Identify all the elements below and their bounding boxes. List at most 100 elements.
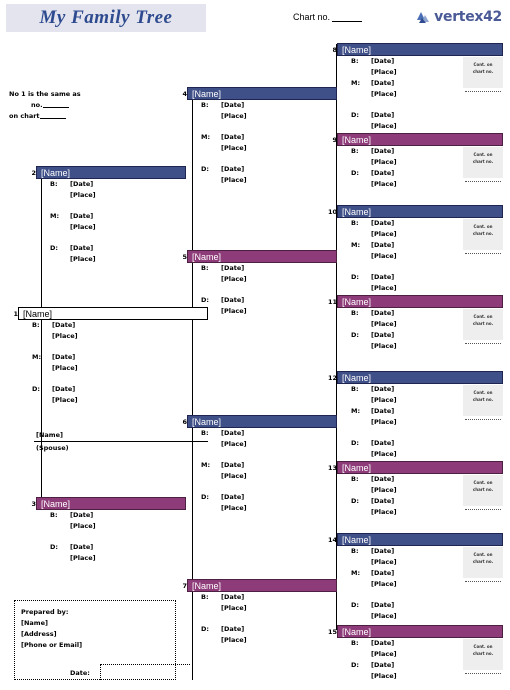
- person-10-marriage-date[interactable]: [Date]: [371, 240, 394, 251]
- person-5-birth-place[interactable]: [Place]: [221, 274, 247, 285]
- person-15-birth-date[interactable]: [Date]: [371, 638, 394, 649]
- person-5-name[interactable]: [Name]: [187, 250, 337, 263]
- person-2-birth-place[interactable]: [Place]: [70, 190, 96, 201]
- person-8-death-date[interactable]: [Date]: [371, 110, 394, 121]
- person-12-name[interactable]: [Name]: [337, 371, 503, 384]
- person-6-marriage-date[interactable]: [Date]: [221, 460, 244, 471]
- person-9-birth-date[interactable]: [Date]: [371, 146, 394, 157]
- person-11-cont-blank[interactable]: [465, 343, 501, 344]
- person-11-birth-date[interactable]: [Date]: [371, 308, 394, 319]
- person-box-4[interactable]: [Name] B: [Date] [Place] M: [Date] [Place]…: [187, 87, 337, 186]
- person-1-birth-place[interactable]: [Place]: [52, 331, 78, 342]
- person-6-death-place[interactable]: [Place]: [221, 503, 247, 514]
- person-11-birth-place[interactable]: [Place]: [371, 319, 397, 330]
- person-13-cont-blank[interactable]: [465, 509, 501, 510]
- person-14-continuation[interactable]: Cont. on chart no.: [463, 547, 503, 582]
- person-9-death-date[interactable]: [Date]: [371, 168, 394, 179]
- person-7-birth-place[interactable]: [Place]: [221, 603, 247, 614]
- person-12-marriage-date[interactable]: [Date]: [371, 406, 394, 417]
- person-9-death-place[interactable]: [Place]: [371, 179, 397, 190]
- person-10-birth-date[interactable]: [Date]: [371, 218, 394, 229]
- person-13-death-place[interactable]: [Place]: [371, 507, 397, 518]
- person-1-name[interactable]: [Name]: [18, 307, 208, 320]
- person-1-marriage-place[interactable]: [Place]: [52, 363, 78, 374]
- person-6-birth-place[interactable]: [Place]: [221, 439, 247, 450]
- person-12-birth-place[interactable]: [Place]: [371, 395, 397, 406]
- prepared-date-field[interactable]: [100, 664, 190, 680]
- person-7-name[interactable]: [Name]: [187, 579, 337, 592]
- person-14-cont-blank[interactable]: [465, 581, 501, 582]
- person-5-birth-date[interactable]: [Date]: [221, 263, 244, 274]
- person-box-2[interactable]: [Name] B: [Date] [Place] M: [Date] [Place]…: [36, 166, 186, 265]
- person-4-marriage-date[interactable]: [Date]: [221, 132, 244, 143]
- person-8-marriage-date[interactable]: [Date]: [371, 78, 394, 89]
- person-8-continuation[interactable]: Cont. on chart no.: [463, 57, 503, 92]
- person-box-3[interactable]: [Name] B: [Date] [Place] D: [Date] [Place]: [36, 497, 186, 564]
- person-8-death-place[interactable]: [Place]: [371, 121, 397, 132]
- person-1-death-date[interactable]: [Date]: [52, 384, 75, 395]
- person-4-birth-date[interactable]: [Date]: [221, 100, 244, 111]
- person-1-death-place[interactable]: [Place]: [52, 395, 78, 406]
- person-10-continuation[interactable]: Cont. on chart no.: [463, 219, 503, 254]
- person-3-name[interactable]: [Name]: [36, 497, 186, 510]
- person-13-name[interactable]: [Name]: [337, 461, 503, 474]
- spouse-name-value[interactable]: [Name]: [36, 431, 63, 439]
- person-11-name[interactable]: [Name]: [337, 295, 503, 308]
- person-7-death-date[interactable]: [Date]: [221, 624, 244, 635]
- person-14-name[interactable]: [Name]: [337, 533, 503, 546]
- person-2-death-date[interactable]: [Date]: [70, 243, 93, 254]
- person-10-death-date[interactable]: [Date]: [371, 272, 394, 283]
- person-4-name[interactable]: [Name]: [187, 87, 337, 100]
- person-10-cont-blank[interactable]: [465, 253, 501, 254]
- person-12-death-date[interactable]: [Date]: [371, 438, 394, 449]
- person-14-death-place[interactable]: [Place]: [371, 611, 397, 622]
- person-12-marriage-place[interactable]: [Place]: [371, 417, 397, 428]
- person-box-5[interactable]: [Name] B: [Date] [Place] D: [Date] [Place]: [187, 250, 337, 317]
- person-13-continuation[interactable]: Cont. on chart no.: [463, 475, 503, 510]
- person-12-death-place[interactable]: [Place]: [371, 449, 397, 460]
- person-4-marriage-place[interactable]: [Place]: [221, 143, 247, 154]
- chart-number-field[interactable]: Chart no.: [293, 12, 363, 22]
- person-11-continuation[interactable]: Cont. on chart no.: [463, 309, 503, 344]
- person-4-death-place[interactable]: [Place]: [221, 175, 247, 186]
- person-13-birth-place[interactable]: [Place]: [371, 485, 397, 496]
- person-5-death-place[interactable]: [Place]: [221, 306, 247, 317]
- person-8-name[interactable]: [Name]: [337, 43, 503, 56]
- person-box-7[interactable]: [Name] B: [Date] [Place] D: [Date] [Place]: [187, 579, 337, 646]
- person-13-death-date[interactable]: [Date]: [371, 496, 394, 507]
- person-6-birth-date[interactable]: [Date]: [221, 428, 244, 439]
- person-1-birth-date[interactable]: [Date]: [52, 320, 75, 331]
- person-14-death-date[interactable]: [Date]: [371, 600, 394, 611]
- person-7-death-place[interactable]: [Place]: [221, 635, 247, 646]
- person-9-continuation[interactable]: Cont. on chart no.: [463, 147, 503, 182]
- person-8-birth-place[interactable]: [Place]: [371, 67, 397, 78]
- note-no-blank[interactable]: [42, 100, 69, 108]
- person-8-cont-blank[interactable]: [465, 91, 501, 92]
- chart-number-blank[interactable]: [332, 13, 363, 22]
- person-14-birth-place[interactable]: [Place]: [371, 557, 397, 568]
- person-8-marriage-place[interactable]: [Place]: [371, 89, 397, 100]
- person-3-birth-place[interactable]: [Place]: [70, 521, 96, 532]
- person-2-name[interactable]: [Name]: [36, 166, 186, 179]
- person-10-birth-place[interactable]: [Place]: [371, 229, 397, 240]
- vertex42-logo[interactable]: vertex42: [416, 9, 502, 25]
- person-15-death-date[interactable]: [Date]: [371, 660, 394, 671]
- person-3-death-date[interactable]: [Date]: [70, 542, 93, 553]
- person-12-birth-date[interactable]: [Date]: [371, 384, 394, 395]
- person-box-6[interactable]: [Name] B: [Date] [Place] M: [Date] [Place]…: [187, 415, 337, 514]
- person-14-birth-date[interactable]: [Date]: [371, 546, 394, 557]
- person-1-marriage-date[interactable]: [Date]: [52, 352, 75, 363]
- prepared-by-address[interactable]: [Address]: [21, 629, 175, 640]
- person-2-marriage-date[interactable]: [Date]: [70, 211, 93, 222]
- person-15-cont-blank[interactable]: [465, 673, 501, 674]
- person-15-continuation[interactable]: Cont. on chart no.: [463, 639, 503, 674]
- note-chart-blank[interactable]: [39, 111, 66, 119]
- person-9-birth-place[interactable]: [Place]: [371, 157, 397, 168]
- person-10-marriage-place[interactable]: [Place]: [371, 251, 397, 262]
- person-11-death-place[interactable]: [Place]: [371, 341, 397, 352]
- person-15-death-place[interactable]: [Place]: [371, 671, 397, 682]
- person-4-death-date[interactable]: [Date]: [221, 164, 244, 175]
- person-12-continuation[interactable]: Cont. on chart no.: [463, 385, 503, 420]
- person-14-marriage-date[interactable]: [Date]: [371, 568, 394, 579]
- person-10-name[interactable]: [Name]: [337, 205, 503, 218]
